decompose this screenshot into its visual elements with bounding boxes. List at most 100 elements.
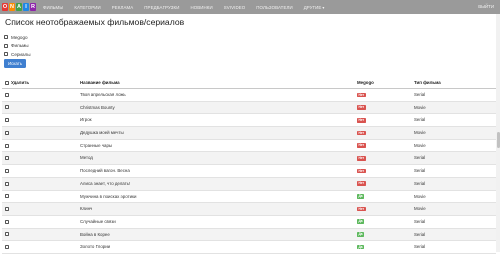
megogo-badge: Нет [357, 105, 366, 110]
nav-item-label: НОВИНКИ [190, 4, 213, 10]
delete-checkbox[interactable] [5, 143, 9, 148]
nav-menu: ФИЛЬМЫ КАТЕГОРИИ РЕКЛАМА ПРЕДБАГРУЗКИ НОВИНК… [43, 5, 324, 10]
movie-name: Christmas Bounty [80, 104, 115, 110]
filter-group: Megogo Фильмы Сериалы [4, 33, 31, 59]
logo-letter: R [30, 3, 36, 11]
nav-item-5[interactable]: НОВИНКИ [190, 5, 212, 10]
table-body: Твоя апрельская ложь Нет Serial Christmas B… [2, 89, 496, 254]
logo-letter: O [2, 3, 8, 11]
movie-name: Игрок [80, 117, 92, 123]
movie-type: Serial [414, 168, 426, 174]
movie-type: Movie [414, 206, 426, 212]
nav-item-label: КАТЕГОРИИ [74, 4, 101, 10]
table-row: Алиса знает, что делать! Нет Serial [2, 177, 496, 191]
movie-name: Странные чары [80, 142, 113, 148]
movie-name: Война в Корее [80, 231, 110, 237]
table-row: Мужчина в поисках эротики Да Movie [2, 191, 496, 204]
movie-name: Случайные связи [80, 218, 116, 224]
megogo-badge: Да [357, 219, 365, 225]
table-row: Christmas Bounty Нет Movie [2, 101, 496, 115]
megogo-badge: Нет [357, 92, 366, 98]
nav-item-4[interactable]: ПРЕДБАГРУЗКИ [144, 5, 179, 10]
movie-type: Movie [414, 193, 426, 199]
nav-item-label: SVIVIDEO [223, 4, 246, 10]
filter-option[interactable]: Фильмы [4, 42, 31, 51]
filter-label: Megogo [11, 34, 28, 40]
movie-type: Movie [414, 104, 426, 110]
page-scrollbar[interactable] [496, 14, 500, 252]
table-row: Странные чары Нет Movie [2, 140, 496, 153]
megogo-badge: Да [357, 244, 365, 250]
logo-letter: A [16, 3, 22, 11]
movie-name: Метод [80, 155, 93, 161]
chevron-down-icon: ▾ [322, 5, 325, 10]
delete-checkbox[interactable] [5, 105, 9, 110]
megogo-badge: Нет [357, 156, 366, 161]
movie-type: Serial [414, 117, 426, 123]
megogo-badge: Нет [357, 143, 366, 148]
filter-option[interactable]: Megogo [4, 33, 31, 42]
onair-logo[interactable]: ONAIR [2, 3, 37, 11]
filter-checkbox[interactable] [4, 43, 8, 48]
movie-name: Дедушка моей мечты [80, 130, 124, 136]
scrollbar-thumb[interactable] [496, 132, 500, 148]
top-navbar: ONAIR ФИЛЬМЫ КАТЕГОРИИ РЕКЛАМА ПРЕДБАГРУЗКИ… [0, 0, 500, 14]
megogo-badge: Нет [357, 117, 366, 123]
delete-checkbox[interactable] [5, 219, 9, 224]
megogo-badge: Нет [357, 130, 366, 136]
logo-letter: I [23, 3, 29, 11]
delete-checkbox[interactable] [5, 156, 9, 161]
table-row: Метод Нет Serial [2, 152, 496, 166]
table-row: Клинч Нет Movie [2, 203, 496, 216]
filter-label: Фильмы [11, 43, 29, 49]
movies-table: Удалить Название фильма Megogo Тип фильм… [2, 78, 496, 254]
megogo-badge: Нет [357, 168, 366, 174]
header-delete: Удалить [11, 80, 30, 85]
filter-checkbox[interactable] [4, 52, 8, 57]
select-all-checkbox[interactable] [5, 81, 9, 85]
megogo-badge: Да [357, 194, 365, 199]
delete-checkbox[interactable] [5, 232, 9, 237]
megogo-badge: Нет [357, 181, 366, 186]
logo-letter: N [9, 3, 15, 11]
nav-item-8[interactable]: ДРУГИЕ▾ [304, 5, 325, 10]
table-row: Твоя апрельская ложь Нет Serial [2, 89, 496, 102]
movie-name: Клинч [80, 206, 93, 212]
delete-checkbox[interactable] [5, 130, 9, 135]
table-row: Золото Глории Да Serial [2, 241, 496, 254]
table-row: Игрок Нет Serial [2, 114, 496, 128]
movie-name: Мужчина в поисках эротики [80, 193, 137, 199]
delete-checkbox[interactable] [5, 245, 9, 250]
nav-item-1[interactable]: ФИЛЬМЫ [43, 5, 63, 10]
table-row: Дедушка моей мечты Нет Movie [2, 127, 496, 140]
nav-item-label: ФИЛЬМЫ [43, 4, 64, 10]
logout-link[interactable]: ВЫЙТИ [478, 0, 494, 14]
nav-item-7[interactable]: ПОЛЬЗОВАТЕЛИ [256, 5, 292, 10]
header-name: Название фильма [80, 80, 120, 85]
nav-item-label: ПРЕДБАГРУЗКИ [144, 4, 180, 10]
delete-checkbox[interactable] [5, 194, 9, 199]
search-button[interactable]: Искать [4, 59, 26, 68]
filter-checkbox[interactable] [4, 35, 8, 40]
movie-type: Movie [414, 142, 426, 148]
nav-item-6[interactable]: SVIVIDEO [224, 5, 246, 10]
table-header: Удалить Название фильма Megogo Тип фильм… [2, 78, 496, 89]
movie-type: Movie [414, 130, 426, 136]
nav-item-label: РЕКЛАМА [111, 4, 134, 10]
table-row: Последний вагон. Весна Нет Serial [2, 165, 496, 178]
delete-checkbox[interactable] [5, 181, 9, 186]
filter-option[interactable]: Сериалы [4, 50, 31, 59]
delete-checkbox[interactable] [5, 206, 9, 211]
movie-name: Последний вагон. Весна [80, 168, 130, 174]
page-title: Список неотображаемых фильмов/сериалов [5, 17, 185, 27]
movie-type: Serial [414, 218, 426, 224]
movie-name: Алиса знает, что делать! [80, 180, 131, 186]
header-megogo: Megogo [357, 80, 374, 85]
delete-checkbox[interactable] [5, 118, 9, 123]
movie-type: Serial [414, 155, 426, 161]
nav-item-3[interactable]: РЕКЛАМА [112, 5, 134, 10]
megogo-badge: Да [357, 232, 365, 237]
delete-checkbox[interactable] [5, 168, 9, 173]
nav-item-2[interactable]: КАТЕГОРИИ [74, 5, 100, 10]
delete-checkbox[interactable] [5, 92, 9, 97]
